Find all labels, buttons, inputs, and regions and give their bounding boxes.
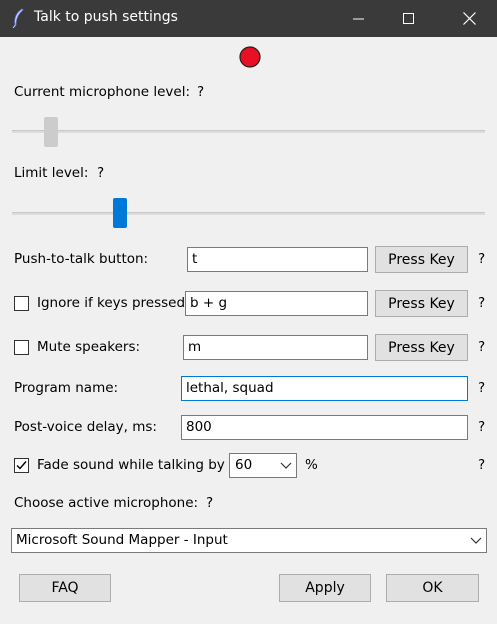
fade-sound-checkbox[interactable] [14, 458, 29, 473]
limit-level-track[interactable] [12, 212, 485, 215]
post-voice-delay-field[interactable]: 800 [181, 415, 468, 440]
ignore-keys-label: Ignore if keys pressed: [37, 295, 190, 311]
push-to-talk-field[interactable]: t [187, 247, 368, 272]
mic-level-label: Current microphone level: [14, 84, 191, 100]
ignore-keys-press-key-button[interactable]: Press Key [375, 290, 468, 317]
program-name-label: Program name: [14, 380, 119, 396]
status-indicator [239, 46, 261, 68]
microphone-select[interactable]: Microsoft Sound Mapper - Input [11, 528, 487, 553]
close-icon [462, 12, 476, 25]
program-name-help[interactable]: ? [478, 380, 485, 396]
mute-speakers-help[interactable]: ? [478, 339, 485, 355]
fade-sound-help[interactable]: ? [478, 457, 485, 473]
faq-button[interactable]: FAQ [19, 574, 111, 602]
limit-level-label: Limit level: [14, 165, 89, 181]
mute-speakers-press-key-button[interactable]: Press Key [375, 334, 468, 361]
maximize-button[interactable] [386, 0, 432, 37]
title-bar[interactable]: Talk to push settings [0, 0, 497, 37]
ignore-keys-checkbox[interactable] [14, 296, 29, 311]
fade-percent-value: 60 [235, 457, 253, 473]
feather-icon [12, 8, 24, 28]
apply-button[interactable]: Apply [279, 574, 371, 602]
push-to-talk-press-key-button[interactable]: Press Key [375, 246, 468, 273]
mute-speakers-checkbox[interactable] [14, 340, 29, 355]
microphone-help[interactable]: ? [206, 495, 213, 511]
ok-button[interactable]: OK [386, 574, 479, 602]
push-to-talk-help[interactable]: ? [478, 251, 485, 267]
microphone-selected: Microsoft Sound Mapper - Input [16, 532, 228, 548]
microphone-label: Choose active microphone: [14, 495, 199, 511]
ignore-keys-field[interactable]: b + g [185, 291, 368, 316]
mic-level-help[interactable]: ? [197, 84, 204, 100]
push-to-talk-label: Push-to-talk button: [14, 251, 149, 267]
mute-speakers-label: Mute speakers: [37, 339, 141, 355]
post-voice-delay-label: Post-voice delay, ms: [14, 419, 157, 435]
fade-percent-select[interactable]: 60 [229, 453, 297, 478]
chevron-down-icon [470, 537, 482, 544]
limit-level-slider-thumb[interactable] [112, 198, 127, 228]
mute-speakers-field[interactable]: m [183, 335, 368, 360]
minimize-icon [353, 18, 364, 19]
limit-level-help[interactable]: ? [97, 165, 104, 181]
chevron-down-icon [280, 462, 292, 469]
checkmark-icon [16, 461, 27, 470]
fade-percent-unit: % [305, 457, 318, 473]
mic-level-track [12, 130, 485, 133]
close-button[interactable] [446, 0, 492, 37]
fade-sound-label: Fade sound while talking by [37, 457, 225, 473]
window-title: Talk to push settings [34, 9, 178, 25]
post-voice-delay-help[interactable]: ? [478, 419, 485, 435]
minimize-button[interactable] [336, 0, 382, 37]
program-name-field[interactable]: lethal, squad [181, 376, 468, 401]
ignore-keys-help[interactable]: ? [478, 295, 485, 311]
mic-level-meter-thumb [44, 117, 59, 147]
maximize-icon [403, 12, 414, 24]
